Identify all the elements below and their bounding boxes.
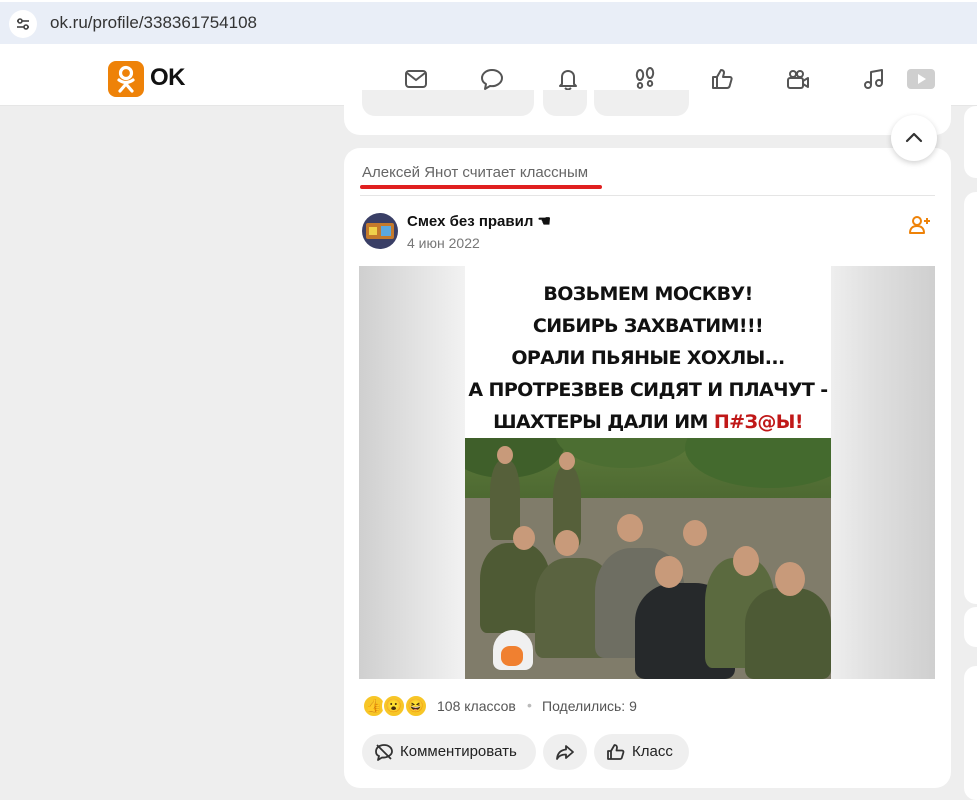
right-panel	[964, 666, 977, 800]
separator-dot: •	[527, 697, 532, 713]
comment-off-icon	[375, 744, 393, 761]
thumbs-up-icon	[607, 744, 625, 760]
scroll-to-top-button[interactable]	[891, 115, 937, 161]
logo-text[interactable]: OK	[150, 64, 186, 92]
soldiers-photo	[465, 438, 831, 679]
video-camera-icon[interactable]	[785, 66, 811, 92]
video-play-icon[interactable]	[906, 66, 936, 92]
right-panel	[964, 192, 977, 604]
chevron-up-icon	[905, 132, 923, 143]
caption-line: СИБИРЬ ЗАХВАТИМ!!!	[532, 315, 764, 337]
likes-count[interactable]: 108 классов	[437, 698, 516, 714]
caption-line: ВОЗЬМЕМ МОСКВУ!	[543, 283, 753, 305]
group-name[interactable]: Смех без правил ☚	[407, 212, 551, 230]
right-panel	[964, 607, 977, 647]
group-avatar[interactable]	[362, 213, 398, 249]
tune-icon[interactable]	[9, 10, 37, 38]
right-panel	[964, 106, 977, 178]
post-image[interactable]: ВОЗЬМЕМ МОСКВУ! СИБИРЬ ЗАХВАТИМ!!! ОРАЛИ…	[359, 266, 935, 679]
class-label: Класс	[632, 743, 673, 760]
footprints-icon[interactable]	[632, 66, 658, 92]
class-button[interactable]: Класс	[594, 734, 689, 770]
thumbs-up-icon[interactable]	[709, 66, 735, 92]
mail-icon[interactable]	[403, 66, 429, 92]
post-card: Алексей Янот считает классным Смех без п…	[344, 148, 951, 788]
shares-count[interactable]: Поделились: 9	[542, 698, 637, 714]
pointing-hand-icon: ☚	[537, 213, 551, 230]
caption-line: ОРАЛИ ПЬЯНЫЕ ХОХЛЫ...	[511, 347, 785, 369]
meme-poster: ВОЗЬМЕМ МОСКВУ! СИБИРЬ ЗАХВАТИМ!!! ОРАЛИ…	[465, 266, 831, 679]
surprised-emoji-icon: 😮	[382, 694, 406, 718]
caption-line: ШАХТЕРЫ ДАЛИ ИМ П#З@Ы!	[493, 411, 803, 433]
music-note-icon[interactable]	[861, 66, 887, 92]
share-button[interactable]	[543, 90, 587, 116]
liked-by-text[interactable]: Алексей Янот считает классным	[362, 164, 588, 181]
chat-bubble-icon[interactable]	[479, 66, 505, 92]
share-button[interactable]	[543, 734, 587, 770]
share-arrow-icon	[556, 745, 574, 760]
group-name-text[interactable]: Смех без правил	[407, 213, 533, 230]
browser-toolbar: ok.ru/profile/338361754108	[0, 0, 977, 52]
comment-label: Комментировать	[400, 743, 517, 760]
url-text[interactable]: ok.ru/profile/338361754108	[50, 13, 257, 33]
post-date[interactable]: 4 июн 2022	[407, 235, 480, 251]
class-button[interactable]	[594, 90, 689, 116]
highlight-underline	[360, 185, 602, 189]
comment-button[interactable]	[362, 90, 534, 116]
address-bar[interactable]: ok.ru/profile/338361754108	[0, 2, 977, 44]
previous-post-card	[344, 90, 951, 135]
laughing-emoji-icon: 😆	[404, 694, 428, 718]
comment-button[interactable]: Комментировать	[362, 734, 536, 770]
add-friend-icon[interactable]	[909, 214, 931, 236]
poster-caption: ВОЗЬМЕМ МОСКВУ! СИБИРЬ ЗАХВАТИМ!!! ОРАЛИ…	[465, 278, 831, 438]
bell-icon[interactable]	[555, 66, 581, 92]
caption-line: А ПРОТРЕЗВЕВ СИДЯТ И ПЛАЧУТ -	[468, 379, 828, 401]
ok-logo-icon[interactable]	[108, 61, 144, 97]
divider	[360, 195, 935, 196]
